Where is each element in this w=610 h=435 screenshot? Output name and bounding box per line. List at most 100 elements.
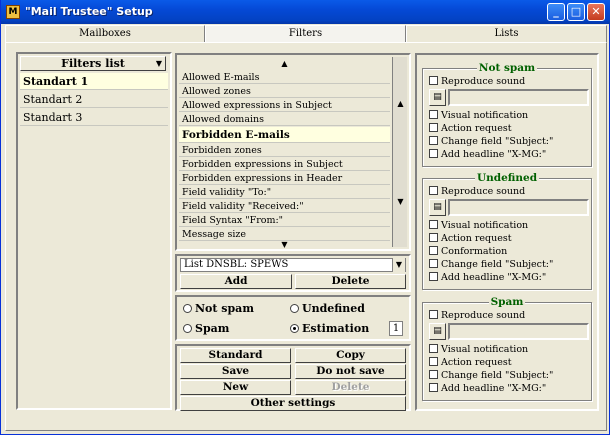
radio-estimation-label: Estimation (302, 322, 370, 335)
rule-item-selected[interactable]: Forbidden E-mails (179, 127, 390, 143)
checkbox-label: Change field "Subject:" (441, 370, 554, 381)
checkbox-change-subject[interactable]: Change field "Subject:" (429, 259, 553, 271)
group-not-spam-title-wrap: Not spam (423, 62, 591, 74)
chevron-down-icon[interactable]: ▼ (392, 258, 405, 272)
radio-spam[interactable]: Spam (183, 322, 229, 335)
radio-not-spam[interactable]: Not spam (183, 302, 254, 315)
checkbox-visual-notification[interactable]: Visual notification (429, 110, 528, 122)
new-button[interactable]: New (180, 380, 291, 395)
group-not-spam-title: Not spam (476, 62, 538, 74)
checkbox-box (429, 357, 438, 366)
tab-lists[interactable]: Lists (406, 25, 607, 42)
sound-file-input[interactable] (448, 323, 589, 340)
radio-undefined-label: Undefined (302, 302, 365, 315)
checkbox-label: Visual notification (441, 344, 529, 355)
filters-list-header[interactable]: Filters list ▼ (20, 56, 166, 71)
radio-dot (183, 324, 192, 333)
rules-scrollbar[interactable]: ▲ ▼ (392, 57, 407, 247)
delete-button[interactable]: Delete (295, 380, 406, 395)
checkbox-reproduce-sound[interactable]: Reproduce sound (429, 310, 525, 322)
rule-item[interactable]: Allowed zones (179, 85, 390, 98)
checkbox-action-request[interactable]: Action request (429, 123, 512, 135)
tab-filters[interactable]: Filters (205, 25, 406, 42)
delete-dnsbl-button[interactable]: Delete (295, 274, 406, 289)
folder-tree-icon[interactable]: ▤ (429, 89, 446, 106)
checkbox-box (429, 344, 438, 353)
radio-undefined[interactable]: Undefined (290, 302, 365, 315)
checkbox-conformation[interactable]: Conformation (429, 246, 507, 258)
checkbox-box (429, 272, 438, 281)
title-bar[interactable]: M "Mail Trustee" Setup _ □ ✕ (1, 0, 610, 24)
rule-item[interactable]: Forbidden expressions in Subject (179, 158, 390, 171)
minimize-button[interactable]: _ (547, 3, 565, 21)
folder-tree-icon[interactable]: ▤ (429, 199, 446, 216)
checkbox-action-request[interactable]: Action request (429, 357, 512, 369)
radio-dot-selected (290, 324, 299, 333)
rule-item[interactable]: Allowed domains (179, 113, 390, 126)
rule-item[interactable]: Field Syntax "From:" (179, 214, 390, 227)
tab-mailboxes[interactable]: Mailboxes (5, 25, 205, 42)
setup-window: M "Mail Trustee" Setup _ □ ✕ Mailboxes F… (0, 0, 610, 435)
list-scroll-down-icon[interactable]: ▼ (179, 240, 390, 250)
radio-dot (290, 304, 299, 313)
other-settings-button[interactable]: Other settings (180, 396, 406, 411)
actions-panel: Standard Copy Save Do not save New Delet… (175, 344, 411, 411)
tab-bar: Mailboxes Filters Lists (5, 25, 607, 42)
group-undefined: Undefined Reproduce sound ▤ Visual notif… (422, 172, 592, 290)
sound-file-picker: ▤ (429, 199, 589, 216)
group-undefined-title: Undefined (474, 172, 540, 184)
checkbox-label: Add headline "X-MG:" (441, 149, 547, 160)
rule-item[interactable]: Field validity "To:" (179, 186, 390, 199)
dnsbl-select[interactable]: List DNSBL: SPEWS ▼ (180, 258, 406, 272)
standard-button[interactable]: Standard (180, 348, 291, 363)
filter-item-standart-1[interactable]: Standart 1 (20, 73, 168, 90)
checkbox-box (429, 233, 438, 242)
sound-file-input[interactable] (448, 89, 589, 106)
checkbox-add-headline[interactable]: Add headline "X-MG:" (429, 272, 546, 284)
checkbox-reproduce-sound[interactable]: Reproduce sound (429, 76, 525, 88)
checkbox-add-headline[interactable]: Add headline "X-MG:" (429, 383, 546, 395)
checkbox-visual-notification[interactable]: Visual notification (429, 344, 528, 356)
classification-panel: Not spam Undefined Spam Estimation 1 (175, 295, 411, 341)
checkbox-box (429, 246, 438, 255)
scroll-down-icon[interactable]: ▼ (393, 197, 408, 207)
close-button[interactable]: ✕ (587, 3, 605, 21)
folder-tree-icon[interactable]: ▤ (429, 323, 446, 340)
checkbox-box (429, 259, 438, 268)
checkbox-add-headline[interactable]: Add headline "X-MG:" (429, 149, 546, 161)
rule-item[interactable]: Field validity "Received:" (179, 200, 390, 213)
sound-file-picker: ▤ (429, 89, 589, 106)
filter-item-standart-2[interactable]: Standart 2 (20, 91, 168, 108)
checkbox-action-request[interactable]: Action request (429, 233, 512, 245)
checkbox-change-subject[interactable]: Change field "Subject:" (429, 370, 553, 382)
sound-file-input[interactable] (448, 199, 589, 216)
checkbox-label: Change field "Subject:" (441, 259, 554, 270)
sound-file-picker: ▤ (429, 323, 589, 340)
rule-item[interactable]: Forbidden expressions in Header (179, 172, 390, 185)
filters-list-title: Filters list (61, 57, 125, 70)
radio-estimation[interactable]: Estimation (290, 322, 369, 335)
group-spam: Spam Reproduce sound ▤ Visual notificati… (422, 296, 592, 401)
checkbox-box (429, 123, 438, 132)
checkbox-visual-notification[interactable]: Visual notification (429, 220, 528, 232)
list-scroll-up-icon[interactable]: ▲ (179, 59, 390, 69)
chevron-down-icon: ▼ (155, 59, 162, 68)
app-icon: M (6, 5, 20, 19)
rules-list: ▲ Allowed E-mails Allowed zones Allowed … (179, 57, 390, 250)
do-not-save-button[interactable]: Do not save (295, 364, 406, 379)
filter-item-standart-3[interactable]: Standart 3 (20, 109, 168, 126)
rule-item[interactable]: Allowed E-mails (179, 71, 390, 84)
checkbox-reproduce-sound[interactable]: Reproduce sound (429, 186, 525, 198)
checkbox-change-subject[interactable]: Change field "Subject:" (429, 136, 553, 148)
estimation-field[interactable]: 1 (389, 321, 403, 336)
radio-spam-label: Spam (195, 322, 230, 335)
copy-button[interactable]: Copy (295, 348, 406, 363)
add-button[interactable]: Add (180, 274, 292, 289)
save-button[interactable]: Save (180, 364, 291, 379)
maximize-button[interactable]: □ (567, 3, 585, 21)
rule-item[interactable]: Allowed expressions in Subject (179, 99, 390, 112)
scroll-up-icon[interactable]: ▲ (393, 99, 408, 109)
group-spam-title-wrap: Spam (423, 296, 591, 308)
rule-item[interactable]: Forbidden zones (179, 144, 390, 157)
checkbox-label: Conformation (441, 246, 508, 257)
